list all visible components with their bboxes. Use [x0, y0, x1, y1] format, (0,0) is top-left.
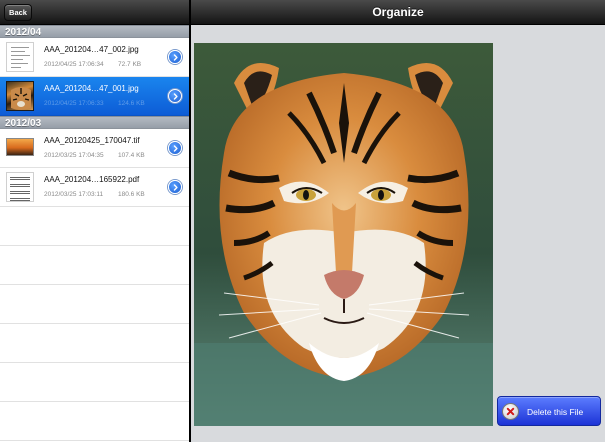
delete-button-label: Delete this File — [527, 407, 584, 417]
x-circle-icon — [502, 403, 519, 420]
disclosure-chevron-icon[interactable] — [168, 50, 182, 64]
document-thumbnail-icon — [6, 42, 34, 72]
disclosure-chevron-icon[interactable] — [168, 89, 182, 103]
file-list: 2012/04 AAA_201204…47_002.jpg 2012/04/25… — [0, 25, 189, 441]
file-name: AAA_201204…165922.pdf — [44, 175, 140, 184]
file-name: AAA_201204…47_001.jpg — [44, 84, 139, 93]
disclosure-chevron-icon[interactable] — [168, 180, 182, 194]
file-row[interactable]: AAA_20120425_170047.tif 2012/03/25 17:04… — [0, 129, 189, 168]
tiger-image-preview — [194, 43, 493, 426]
disclosure-chevron-icon[interactable] — [168, 141, 182, 155]
file-size: 107.4 KB — [118, 152, 145, 159]
landscape-thumbnail-icon — [6, 138, 34, 156]
empty-row — [0, 363, 189, 402]
back-button[interactable]: Back — [4, 4, 32, 21]
delete-file-button[interactable]: Delete this File — [497, 396, 601, 426]
file-size: 124.6 KB — [118, 100, 145, 107]
section-header: 2012/04 — [0, 25, 189, 38]
empty-row — [0, 324, 189, 363]
file-row[interactable]: AAA_201204…165922.pdf 2012/03/25 17:03:1… — [0, 168, 189, 207]
tiger-thumbnail-icon — [6, 81, 34, 111]
file-list-panel: Back 2012/04 AAA_201204…47_002.jpg 2012/… — [0, 0, 189, 442]
right-toolbar: Organize — [191, 0, 605, 25]
empty-row — [0, 207, 189, 246]
file-size: 72.7 KB — [118, 61, 142, 68]
left-toolbar: Back — [0, 0, 189, 25]
empty-row — [0, 402, 189, 441]
sheet-music-thumbnail-icon — [6, 172, 34, 202]
file-date: 2012/03/25 17:04:35 — [44, 152, 104, 159]
empty-row — [0, 246, 189, 285]
file-name: AAA_201204…47_002.jpg — [44, 45, 139, 54]
empty-row — [0, 285, 189, 324]
file-size: 180.6 KB — [118, 191, 145, 198]
page-title: Organize — [372, 5, 424, 19]
file-date: 2012/04/25 17:06:33 — [44, 100, 104, 107]
file-date: 2012/03/25 17:03:11 — [44, 191, 104, 198]
preview-area: Delete this File — [191, 25, 605, 442]
file-row[interactable]: AAA_201204…47_002.jpg 2012/04/25 17:06:3… — [0, 38, 189, 77]
file-date: 2012/04/25 17:06:34 — [44, 61, 104, 68]
section-header: 2012/03 — [0, 116, 189, 129]
file-row-selected[interactable]: AAA_201204…47_001.jpg 2012/04/25 17:06:3… — [0, 77, 189, 116]
file-name: AAA_20120425_170047.tif — [44, 136, 140, 145]
